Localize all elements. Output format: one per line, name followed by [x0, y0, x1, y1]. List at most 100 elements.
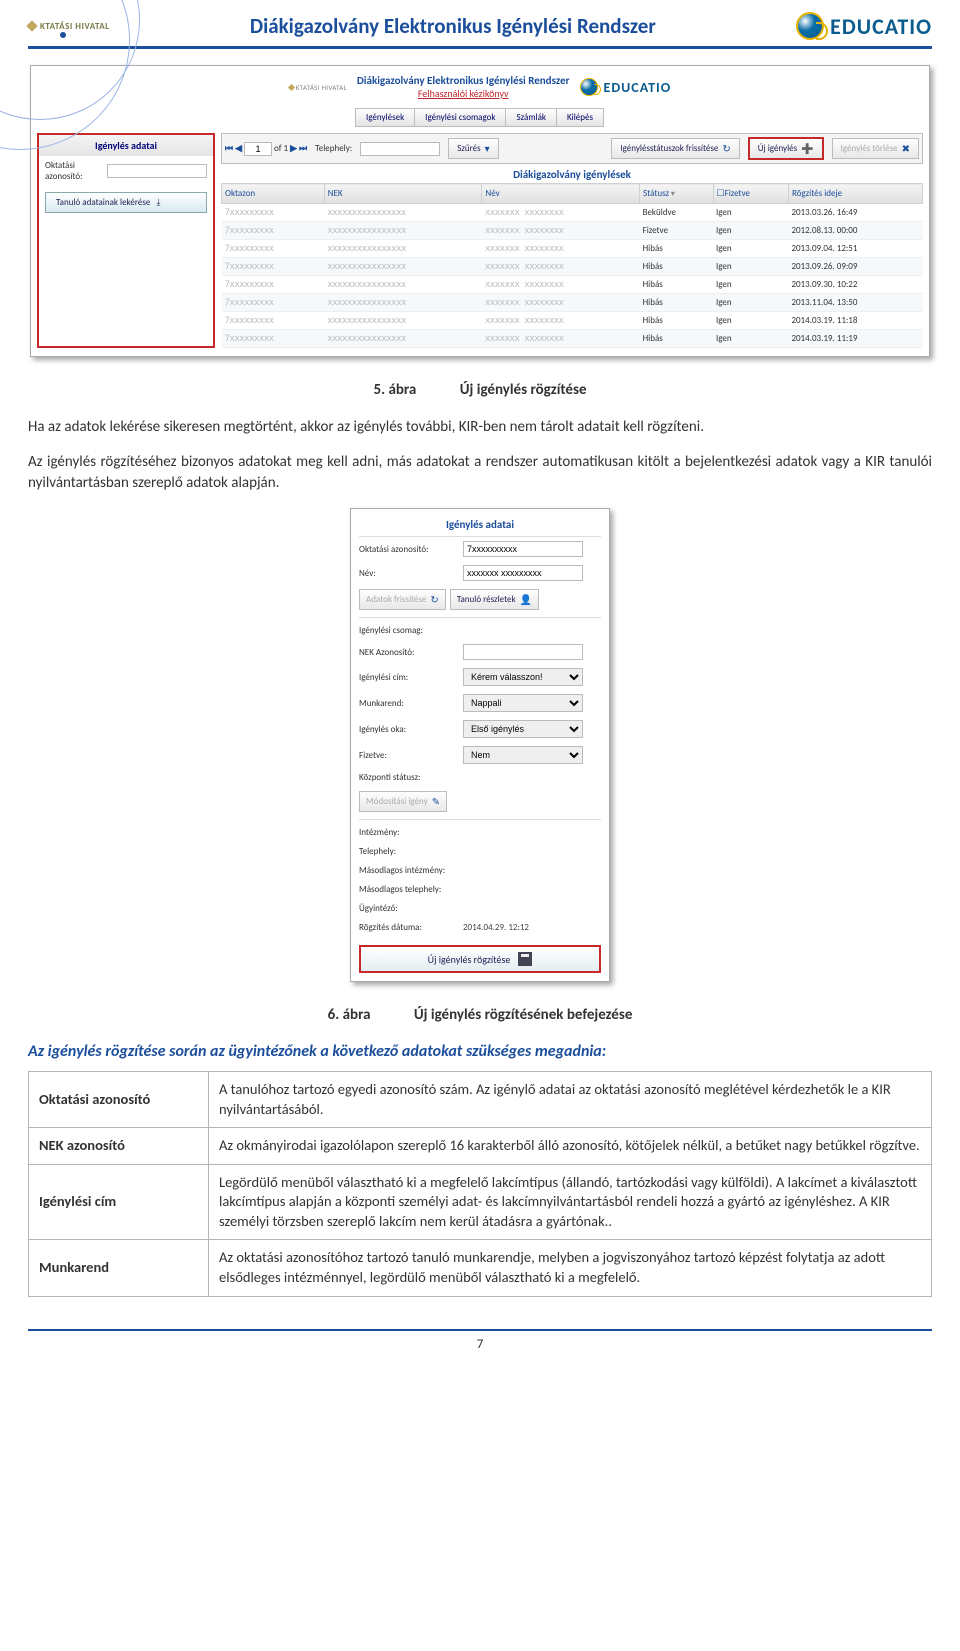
dropdown[interactable]: Nem [463, 746, 583, 764]
form-row: Másodlagos intézmény: [359, 861, 601, 880]
form-row: Munkarend:Nappali [359, 690, 601, 716]
tanulo-lekerese-button[interactable]: Tanuló adatainak lekérése ⤓ [45, 192, 207, 213]
field-label: Központi státusz: [359, 772, 459, 783]
tab-igenylesek[interactable]: Igénylések [355, 108, 415, 127]
text-input[interactable] [463, 644, 583, 660]
text-input[interactable] [463, 565, 583, 581]
dropdown[interactable]: Nappali [463, 694, 583, 712]
field-description: A tanulóhoz tartozó egyedi azonosító szá… [209, 1072, 932, 1128]
field-label: Rögzítés dátuma: [359, 922, 459, 933]
mini-educatio-logo: EDUCATIO [580, 78, 672, 96]
field-label: Igénylés oka: [359, 724, 459, 735]
column-header[interactable]: Név [482, 184, 640, 204]
statuszok-frissitese-button[interactable]: Igénylésstátuszok frissítése ↻ [611, 138, 739, 159]
oktatasi-hivatal-text: KTATÁSI HIVATAL [40, 21, 110, 32]
oktatasi-azonosito-input[interactable] [107, 164, 207, 178]
page-footer: 7 [28, 1329, 932, 1352]
table-row[interactable]: 7xxxxxxxxxxxxxxxxxxxxxxxxxxxxxxxx xxxxxx… [222, 276, 923, 294]
funnel-icon: ▾ [485, 142, 490, 155]
dropdown[interactable]: Első igénylés [463, 720, 583, 738]
column-header[interactable]: NEK [324, 184, 482, 204]
column-header[interactable]: Rögzítés ideje [788, 184, 922, 204]
tab-csomagok[interactable]: Igénylési csomagok [414, 108, 506, 127]
igenyles-torlese-button[interactable]: Igénylés törlése ✖ [832, 138, 919, 159]
form-row: Név: [359, 561, 601, 585]
figure-6-caption: 6. ábra Új igénylés rögzítésének befejez… [28, 1006, 932, 1024]
pager: ⏮ ◀ of 1 ▶ ⏭ [225, 142, 307, 156]
blue-heading: Az igénylés rögzítése során az ügyintéző… [28, 1042, 932, 1061]
first-page-icon[interactable]: ⏮ [225, 143, 233, 154]
table-title: Diákigazolvány igénylések [221, 164, 923, 183]
form-row: Oktatási azonosító: [359, 537, 601, 561]
column-header[interactable]: ☐Fizetve [713, 184, 788, 204]
field-name: Munkarend [29, 1240, 209, 1296]
form-row: Telephely: [359, 842, 601, 861]
tanulo-reszletek-button[interactable]: Tanuló részletek 👤 [450, 589, 539, 610]
refresh-icon: ↻ [430, 593, 438, 606]
table-row[interactable]: 7xxxxxxxxxxxxxxxxxxxxxxxxxxxxxxxx xxxxxx… [222, 312, 923, 330]
save-icon [518, 952, 532, 966]
szures-button[interactable]: Szűrés ▾ [448, 138, 498, 159]
main-tabs: Igénylések Igénylési csomagok Számlák Ki… [37, 108, 923, 127]
column-header[interactable]: Oktazon [222, 184, 325, 204]
table-row[interactable]: 7xxxxxxxxxxxxxxxxxxxxxxxxxxxxxxxx xxxxxx… [222, 204, 923, 222]
field-row: Igénylési címLegördülő menüből választha… [29, 1164, 932, 1240]
field-label: Ügyintéző: [359, 903, 459, 914]
screenshot-2: Igénylés adatai Oktatási azonosító:Név: … [350, 508, 610, 982]
text-input[interactable] [463, 541, 583, 557]
checkbox-icon[interactable]: ☐ [717, 188, 725, 199]
form-row: Másodlagos telephely: [359, 880, 601, 899]
left-panel-igenyles-adatai: Igénylés adatai Oktatási azonosító: Tanu… [37, 133, 215, 348]
panel-title: Igénylés adatai [359, 515, 601, 537]
tab-kilepes[interactable]: Kilépés [556, 108, 604, 127]
igenylesek-table: OktazonNEKNévStátusz ▾ ☐FizetveRögzítés … [221, 183, 923, 348]
mini-oktatasi-logo: KTATÁSI HIVATAL [289, 83, 347, 92]
educatio-text: EDUCATIO [830, 13, 932, 40]
page-input[interactable] [244, 142, 272, 156]
page-title: Diákigazolvány Elektronikus Igénylési Re… [110, 13, 797, 39]
adatok-frissitese-button[interactable]: Adatok frissítése ↻ [359, 589, 446, 610]
last-page-icon[interactable]: ⏭ [299, 143, 307, 154]
field-label: Másodlagos telephely: [359, 884, 459, 895]
field-value: 2014.04.29. 12:12 [463, 922, 529, 933]
uj-igenyles-rogzitese-button[interactable]: Új igénylés rögzítése [359, 945, 601, 973]
left-panel-title: Igénylés adatai [39, 135, 213, 156]
telephely-input[interactable] [360, 142, 440, 156]
table-row[interactable]: 7xxxxxxxxxxxxxxxxxxxxxxxxxxxxxxxx xxxxxx… [222, 258, 923, 276]
oktatasi-hivatal-logo: KTATÁSI HIVATAL [28, 21, 110, 32]
oktatasi-azonosito-label: Oktatási azonosító: [45, 160, 103, 182]
educatio-logo: EDUCATIO [796, 12, 932, 40]
table-row[interactable]: 7xxxxxxxxxxxxxxxxxxxxxxxxxxxxxxxx xxxxxx… [222, 330, 923, 348]
field-label: Igénylési cím: [359, 672, 459, 683]
field-label: Fizetve: [359, 750, 459, 761]
figure-5-caption: 5. ábra Új igénylés rögzítése [28, 381, 932, 399]
uj-igenyles-button[interactable]: Új igénylés ➕ [748, 137, 824, 160]
field-label: NEK Azonosító: [359, 647, 459, 658]
field-label: Másodlagos intézmény: [359, 865, 459, 876]
next-page-icon[interactable]: ▶ [290, 143, 297, 154]
table-row[interactable]: 7xxxxxxxxxxxxxxxxxxxxxxxxxxxxxxxx xxxxxx… [222, 240, 923, 258]
edit-icon: ✎ [432, 795, 440, 808]
field-name: Igénylési cím [29, 1164, 209, 1240]
form-row: Igénylés oka: Első igénylés [359, 716, 601, 742]
field-description: Az okmányirodai igazolólapon szereplő 16… [209, 1128, 932, 1165]
tab-szamlak[interactable]: Számlák [505, 108, 557, 127]
paragraph-2: Az igénylés rögzítéséhez bizonyos adatok… [28, 452, 932, 494]
app-subtitle-link[interactable]: Felhasználói kézikönyv [357, 87, 570, 100]
table-row[interactable]: 7xxxxxxxxxxxxxxxxxxxxxxxxxxxxxxxx xxxxxx… [222, 294, 923, 312]
person-icon: 👤 [520, 593, 532, 606]
form-row: Rögzítés dátuma: 2014.04.29. 12:12 [359, 918, 601, 937]
table-row[interactable]: 7xxxxxxxxxxxxxxxxxxxxxxxxxxxxxxxx xxxxxx… [222, 222, 923, 240]
form-row: Fizetve: Nem [359, 742, 601, 768]
column-header[interactable]: Státusz ▾ [640, 184, 713, 204]
paragraph-1: Ha az adatok lekérése sikeresen megtörté… [28, 417, 932, 438]
page-header: KTATÁSI HIVATAL Diákigazolvány Elektroni… [28, 12, 932, 49]
modositasi-igeny-button[interactable]: Módosítási igény ✎ [359, 791, 447, 812]
fields-definition-table: Oktatási azonosítóA tanulóhoz tartozó eg… [28, 1071, 932, 1297]
prev-page-icon[interactable]: ◀ [235, 143, 242, 154]
dropdown[interactable]: Kérem válasszon! [463, 668, 583, 686]
refresh-icon: ↻ [722, 142, 730, 155]
field-description: Legördülő menüből választható ki a megfe… [209, 1164, 932, 1240]
form-row: Igénylési csomag: [359, 621, 601, 640]
delete-icon: ✖ [902, 142, 910, 155]
